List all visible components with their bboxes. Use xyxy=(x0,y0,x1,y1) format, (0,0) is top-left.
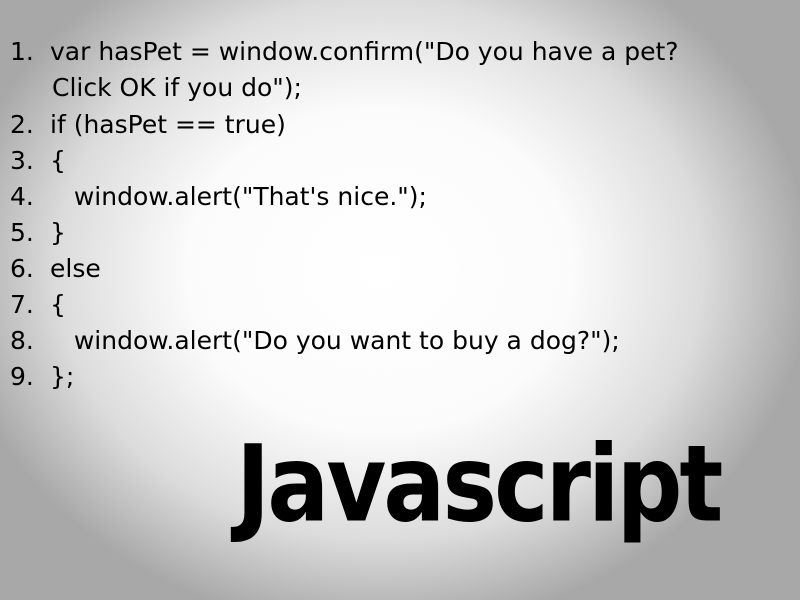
line-code: }; xyxy=(50,362,75,391)
code-line-1-continuation: Click OK if you do"); xyxy=(52,70,302,106)
code-line-1: 1. var hasPet = window.confirm("Do you ha… xyxy=(10,34,679,70)
code-line-4: 4. window.alert("That's nice."); xyxy=(10,179,427,215)
code-line-3: 3. { xyxy=(10,143,66,179)
line-number: 1. xyxy=(10,37,34,66)
line-code: window.alert("That's nice."); xyxy=(50,182,427,211)
line-number: 8. xyxy=(10,326,34,355)
line-code: window.alert("Do you want to buy a dog?"… xyxy=(50,326,620,355)
code-line-7: 7. { xyxy=(10,287,66,323)
line-code: var hasPet = window.confirm("Do you have… xyxy=(50,37,679,66)
line-number: 2. xyxy=(10,110,34,139)
line-number: 7. xyxy=(10,290,34,319)
line-number: 6. xyxy=(10,254,34,283)
line-number: 5. xyxy=(10,218,34,247)
line-code: } xyxy=(50,218,66,247)
line-code: else xyxy=(50,254,101,283)
code-line-8: 8. window.alert("Do you want to buy a do… xyxy=(10,323,620,359)
javascript-title: Javascript xyxy=(236,422,723,546)
slide: 1. var hasPet = window.confirm("Do you ha… xyxy=(0,0,800,600)
line-code: { xyxy=(50,146,66,175)
line-number: 9. xyxy=(10,362,34,391)
code-line-6: 6. else xyxy=(10,251,101,287)
code-listing: 1. var hasPet = window.confirm("Do you ha… xyxy=(0,0,800,420)
line-code: { xyxy=(50,290,66,319)
line-code: Click OK if you do"); xyxy=(52,73,302,102)
code-line-5: 5.} xyxy=(10,215,66,251)
code-line-2: 2. if (hasPet == true) xyxy=(10,107,286,143)
code-line-9: 9.}; xyxy=(10,359,74,395)
line-number: 3. xyxy=(10,146,34,175)
line-number: 4. xyxy=(10,182,34,211)
line-code: if (hasPet == true) xyxy=(50,110,286,139)
